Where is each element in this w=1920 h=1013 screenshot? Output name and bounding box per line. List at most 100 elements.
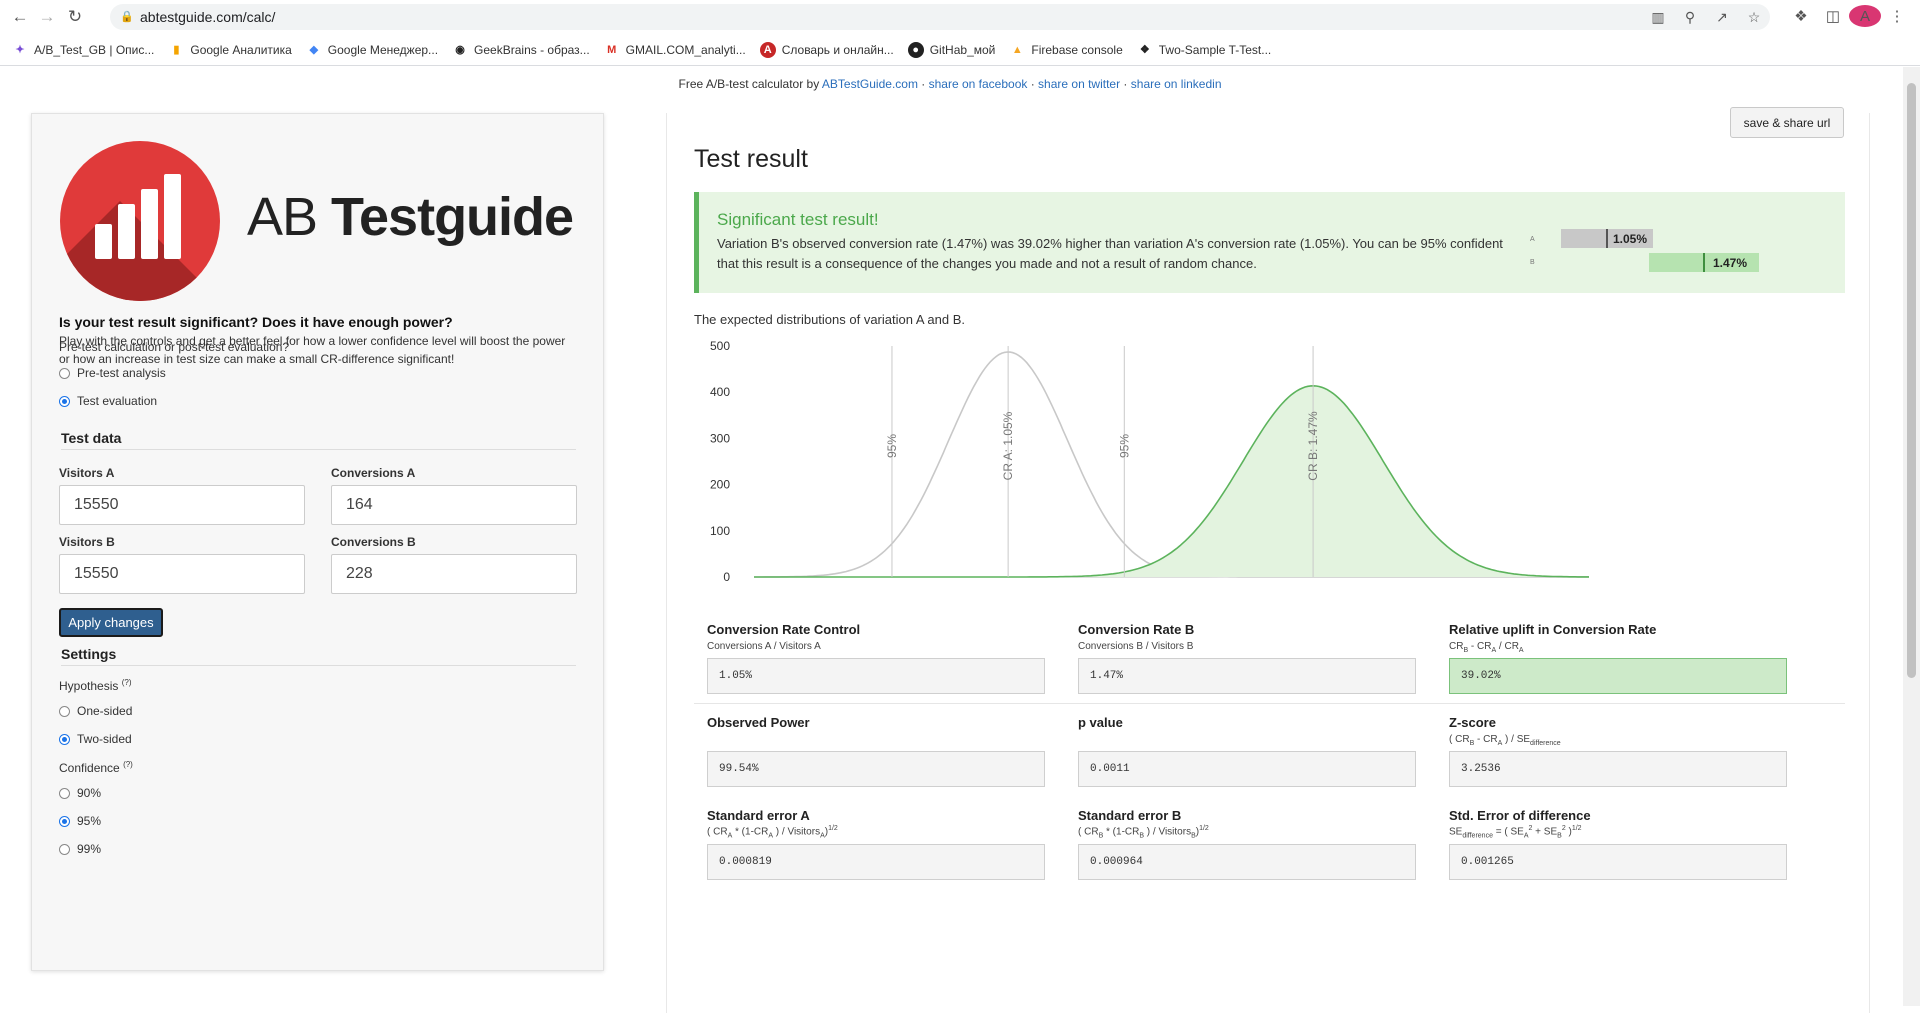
cr-control-formula: Conversions A / Visitors A (707, 641, 821, 652)
radio-label: Pre-test analysis (77, 366, 166, 380)
t-test-icon: ❖ (1139, 44, 1150, 56)
bookmark-item[interactable]: M GMAIL.COM_analyti... (604, 42, 746, 58)
visitors-a-input[interactable]: 15550 (59, 485, 305, 525)
linkedin-share-link[interactable]: share on linkedin (1131, 77, 1222, 91)
side-panel-icon[interactable]: ◫ (1817, 7, 1849, 25)
z-score-label: Z-score (1449, 715, 1496, 730)
apply-changes-button[interactable]: Apply changes (59, 608, 163, 637)
visitors-a-label: Visitors A (59, 466, 115, 480)
radio-test-evaluation[interactable]: Test evaluation (59, 394, 157, 408)
y-tick-label: 400 (710, 385, 730, 399)
tag-manager-icon: ◆ (309, 44, 319, 56)
radio-dot[interactable] (59, 733, 70, 745)
radio-dot[interactable] (59, 815, 70, 827)
radio-dot[interactable] (59, 705, 70, 717)
firebase-icon: ▲ (1011, 43, 1023, 56)
radio-pre-test[interactable]: Pre-test analysis (59, 366, 166, 380)
conversions-b-input[interactable]: 228 (331, 554, 577, 594)
help-icon[interactable]: (?) (123, 760, 133, 769)
avatar[interactable]: A (1849, 5, 1881, 27)
cr-control-value: 1.05% (707, 658, 1045, 694)
hypothesis-text: Hypothesis (59, 679, 119, 693)
twitter-share-link[interactable]: share on twitter (1038, 77, 1120, 91)
radio-dot[interactable] (59, 843, 70, 855)
radio-label: Two-sided (77, 732, 132, 746)
hypothesis-label: Hypothesis (?) (59, 678, 132, 693)
bookmark-item[interactable]: ◉ GeekBrains - образ... (452, 42, 589, 58)
vertical-marker-label: 95% (1117, 434, 1131, 458)
bookmark-item[interactable]: A Словарь и онлайн... (759, 41, 894, 58)
page-content: Free A/B-test calculator by ABTestGuide.… (0, 67, 1920, 1013)
radio-99[interactable]: 99% (59, 842, 101, 856)
mini-bar-a: 1.05% (1561, 229, 1653, 248)
radio-dot[interactable] (59, 367, 70, 379)
abtestguide-link[interactable]: ABTestGuide.com (822, 77, 918, 91)
results-panel: save & share url Test result Significant… (666, 107, 1870, 1013)
address-bar[interactable]: 🔒 abtestguide.com/calc/ ▥ ⚲ ↗ ☆ (110, 4, 1770, 30)
bookmark-star-icon[interactable]: ☆ (1738, 9, 1770, 26)
bookmark-item[interactable]: ❖ Two-Sample T-Test... (1137, 42, 1271, 58)
radio-90[interactable]: 90% (59, 786, 101, 800)
se-b-label: Standard error B (1078, 808, 1182, 823)
p-value-label: p value (1078, 715, 1123, 730)
distribution-caption: The expected distributions of variation … (694, 312, 966, 327)
share-icon[interactable]: ↗ (1706, 9, 1738, 26)
dictionary-icon: A (759, 41, 776, 58)
radio-95[interactable]: 95% (59, 814, 101, 828)
logo-icon (60, 141, 220, 301)
bookmarks-bar: ✦ A/B_Test_GB | Опис... ▮ Google Аналитика… (0, 34, 1920, 66)
visitors-b-input[interactable]: 15550 (59, 554, 305, 594)
radio-dot[interactable] (59, 787, 70, 799)
vertical-marker-label: CR B: 1.47% (1306, 411, 1320, 481)
significance-box: Significant test result! Variation B's o… (694, 192, 1845, 293)
uplift-formula: CRB - CRA / CRA (1449, 641, 1524, 654)
divider (694, 703, 1845, 704)
url-text: abtestguide.com/calc/ (140, 9, 276, 25)
vertical-marker-label: 95% (885, 434, 899, 458)
radio-one-sided[interactable]: One-sided (59, 704, 132, 718)
result-title: Test result (694, 145, 808, 173)
bookmark-label: Словарь и онлайн... (781, 42, 894, 57)
forward-icon[interactable]: → (35, 5, 59, 29)
profile-avatar[interactable]: A (1849, 5, 1881, 27)
radio-dot[interactable] (59, 395, 70, 407)
radio-label: Test evaluation (77, 394, 158, 408)
bookmark-label: GMAIL.COM_analyti... (625, 42, 746, 57)
mini-label-a: A (1530, 236, 1535, 243)
cr-b-value: 1.47% (1078, 658, 1416, 694)
separator: · (1027, 77, 1039, 91)
geekbrains-icon: ◉ (455, 44, 465, 56)
bookmark-item[interactable]: ▲ Firebase console (1009, 42, 1123, 58)
extensions-icon[interactable]: ❖ (1785, 7, 1817, 25)
zoom-icon[interactable]: ⚲ (1674, 9, 1706, 26)
credit-line: Free A/B-test calculator by ABTestGuide.… (0, 77, 1900, 91)
bookmark-label: Firebase console (1031, 42, 1123, 57)
browser-toolbar: ← → ↻ 🔒 abtestguide.com/calc/ ▥ ⚲ ↗ ☆ ❖ … (0, 0, 1920, 34)
logo-text: AB Testguide (247, 186, 574, 248)
mini-label-b: B (1530, 259, 1535, 266)
confidence-label: Confidence (?) (59, 760, 133, 775)
back-icon[interactable]: ← (8, 5, 32, 29)
z-score-value: 3.2536 (1449, 751, 1787, 787)
radio-label: 90% (77, 786, 102, 800)
calculator-panel: AB Testguide Is your test result signifi… (31, 113, 604, 971)
page-scrollbar[interactable] (1903, 67, 1920, 1006)
help-icon[interactable]: (?) (122, 678, 132, 687)
se-diff-formula: SEdifference = ( SEA2 + SEB2 )1/2 (1449, 825, 1582, 840)
scrollbar-thumb[interactable] (1907, 83, 1916, 678)
conversions-a-input[interactable]: 164 (331, 485, 577, 525)
y-tick-label: 0 (723, 570, 730, 584)
bookmark-item[interactable]: ▮ Google Аналитика (168, 42, 291, 58)
translate-icon[interactable]: ▥ (1642, 9, 1674, 26)
mini-value-b: 1.47% (1712, 255, 1747, 270)
menu-icon[interactable]: ⋮ (1881, 7, 1913, 25)
reload-icon[interactable]: ↻ (63, 5, 87, 29)
bookmark-item[interactable]: ● GitHab_мой (907, 41, 995, 58)
facebook-share-link[interactable]: share on facebook (929, 77, 1028, 91)
bookmark-item[interactable]: ◆ Google Менеджер... (306, 42, 438, 58)
bookmark-item[interactable]: ✦ A/B_Test_GB | Опис... (12, 42, 154, 58)
cr-b-label: Conversion Rate B (1078, 622, 1195, 637)
lock-icon: 🔒 (120, 11, 134, 23)
save-share-url-button[interactable]: save & share url (1730, 107, 1844, 138)
radio-two-sided[interactable]: Two-sided (59, 732, 132, 746)
